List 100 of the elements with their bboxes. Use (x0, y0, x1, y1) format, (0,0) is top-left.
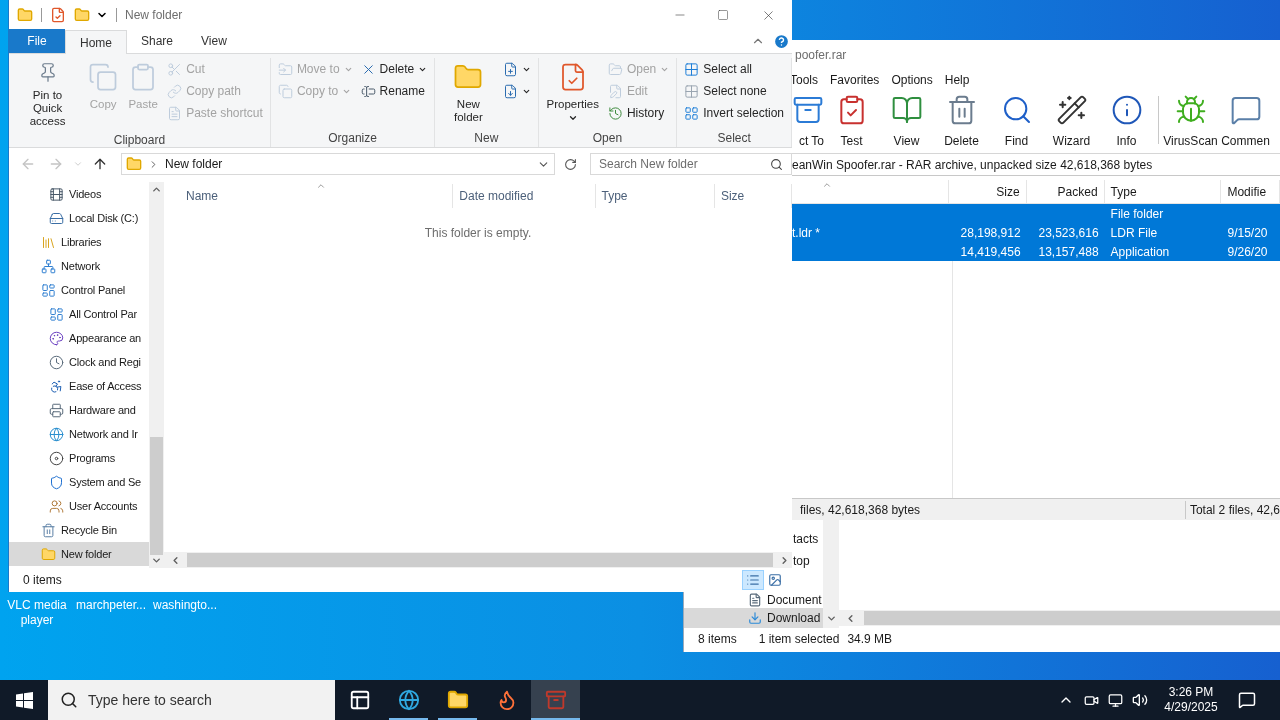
menu-item[interactable]: Help (944, 71, 970, 89)
picture-icon (768, 573, 782, 587)
nav-item[interactable]: New folder (9, 542, 149, 566)
nav-item[interactable]: Libraries (9, 230, 149, 254)
toolbar-button[interactable]: Wizard (1044, 90, 1099, 150)
ribbon-button[interactable]: Delete (358, 58, 430, 80)
status-text: files, 42,618,368 bytes (799, 501, 922, 519)
taskbar-search-field[interactable]: Type here to search (48, 680, 335, 720)
column-header[interactable]: Name (180, 184, 454, 208)
nav-item[interactable]: Document (748, 592, 823, 608)
toolbar-button[interactable]: Test (824, 90, 879, 150)
table-cell-text: 28,198,912 (960, 224, 1021, 242)
archive-path: eanWin Spoofer.rar - RAR archive, unpacked size 42,618,368 bytes (792, 156, 1153, 174)
ribbon-button[interactable]: History (605, 102, 672, 124)
edit-icon (607, 83, 623, 99)
new-document-icon (502, 61, 518, 77)
history-icon (607, 105, 623, 121)
file-row[interactable]: File folder (792, 204, 1280, 223)
nav-item[interactable]: Appearance an (9, 326, 149, 350)
table-cell-text: 9/15/20 (1227, 224, 1268, 242)
nav-item[interactable]: Clock and Regi (9, 350, 149, 374)
column-header[interactable]: Modifie (1221, 180, 1280, 203)
sort-icon (822, 180, 832, 190)
refresh-icon[interactable] (564, 157, 577, 171)
toolbar-button[interactable]: ct To (792, 90, 824, 150)
ribbon-button[interactable]: New folder (440, 58, 497, 126)
scroll-down-icon[interactable] (825, 613, 837, 624)
folder-icon (446, 689, 469, 711)
nav-item[interactable]: Download (684, 608, 823, 628)
maximize-icon[interactable] (717, 9, 729, 21)
address-bar[interactable]: New folder (121, 153, 555, 175)
nav-item[interactable]: tacts (793, 528, 823, 550)
menu-item[interactable]: Tools (790, 71, 818, 89)
library-icon (41, 234, 56, 250)
help-icon[interactable] (773, 33, 790, 50)
nav-item[interactable]: Local Disk (C:) (9, 206, 149, 230)
ribbon-button[interactable]: Properties (543, 58, 602, 126)
nav-item[interactable]: User Accounts (9, 494, 149, 518)
up-icon[interactable] (92, 156, 108, 172)
nav-item[interactable]: Network (9, 254, 149, 278)
network-icon[interactable] (1108, 692, 1123, 708)
ribbon-button[interactable]: Select all (682, 58, 786, 80)
file-row[interactable]: 14,419,456 13,157,488 Application 9/26/20 (792, 242, 1280, 261)
ribbon-button[interactable]: Invert selection (682, 102, 786, 124)
scroll-down-icon[interactable] (151, 555, 162, 566)
ribbon-button[interactable]: Pin to Quick access (14, 58, 82, 128)
nav-item[interactable]: Control Panel (9, 278, 149, 302)
column-header[interactable]: Packed (1026, 180, 1105, 203)
ribbon-tab[interactable]: View (187, 29, 241, 53)
grid-icon (684, 105, 700, 121)
nav-item[interactable]: Recycle Bin (9, 518, 149, 542)
table-cell-text: 13,157,488 (1038, 243, 1099, 261)
wand-icon (1055, 94, 1088, 126)
toolbar-button[interactable]: Find (989, 90, 1044, 150)
search-field[interactable]: Search New folder (590, 153, 792, 175)
column-header[interactable]: Type (595, 184, 715, 208)
grid-icon (684, 61, 700, 77)
control-panel-icon (49, 306, 64, 322)
ribbon-button[interactable]: Rename (358, 80, 430, 102)
control-panel-icon (41, 282, 56, 298)
nav-item[interactable]: Hardware and (9, 398, 149, 422)
search-icon (770, 157, 783, 171)
toolbar-button[interactable]: Info (1099, 90, 1154, 150)
start-icon[interactable] (15, 691, 33, 709)
ribbon-tab[interactable]: Home (65, 30, 127, 54)
scroll-thumb[interactable] (150, 437, 163, 555)
file-row[interactable]: t.ldr * 28,198,912 23,523,616 LDR File 9/15/20 (792, 223, 1280, 242)
folder-icon (41, 546, 56, 562)
clock[interactable]: 3:26 PM 4/29/2025 (1158, 685, 1224, 715)
ribbon-tab[interactable]: Share (127, 29, 188, 53)
ribbon-tab[interactable]: File (9, 29, 65, 53)
toolbar-button[interactable]: View (879, 90, 934, 150)
menu-item[interactable]: Options (891, 71, 933, 89)
nav-item[interactable]: System and Se (9, 470, 149, 494)
group-label: Organize (327, 130, 378, 147)
scroll-thumb[interactable] (864, 611, 1280, 625)
details-view-button[interactable] (742, 570, 764, 590)
column-header[interactable]: Date modified (453, 184, 596, 208)
nav-item[interactable]: Ease of Access (9, 374, 149, 398)
volume-icon[interactable] (1132, 692, 1148, 708)
scroll-right-icon[interactable] (779, 554, 790, 566)
column-header[interactable]: Size (714, 184, 792, 208)
toolbar-button[interactable]: Delete (934, 90, 989, 150)
ribbon-button[interactable]: Select none (682, 80, 786, 102)
nav-item[interactable]: top (793, 550, 823, 572)
column-header[interactable]: Size (948, 180, 1027, 203)
folder-arrow-icon (277, 61, 293, 77)
toolbar-button[interactable]: VirusScan (1163, 90, 1218, 150)
notifications-icon[interactable] (1238, 691, 1256, 709)
menu-item[interactable]: Favorites (830, 71, 880, 89)
column-header[interactable]: Type (1104, 180, 1222, 203)
nav-item[interactable]: All Control Par (9, 302, 149, 326)
properties-icon[interactable] (50, 7, 66, 23)
nav-item[interactable]: Videos (9, 182, 149, 206)
globe-icon (397, 689, 420, 711)
scroll-up-icon[interactable] (151, 184, 162, 195)
nav-item[interactable]: Programs (9, 446, 149, 470)
toolbar-button[interactable]: Commen (1218, 90, 1273, 150)
nav-item[interactable]: Network and Ir (9, 422, 149, 446)
scroll-thumb[interactable] (187, 553, 773, 567)
